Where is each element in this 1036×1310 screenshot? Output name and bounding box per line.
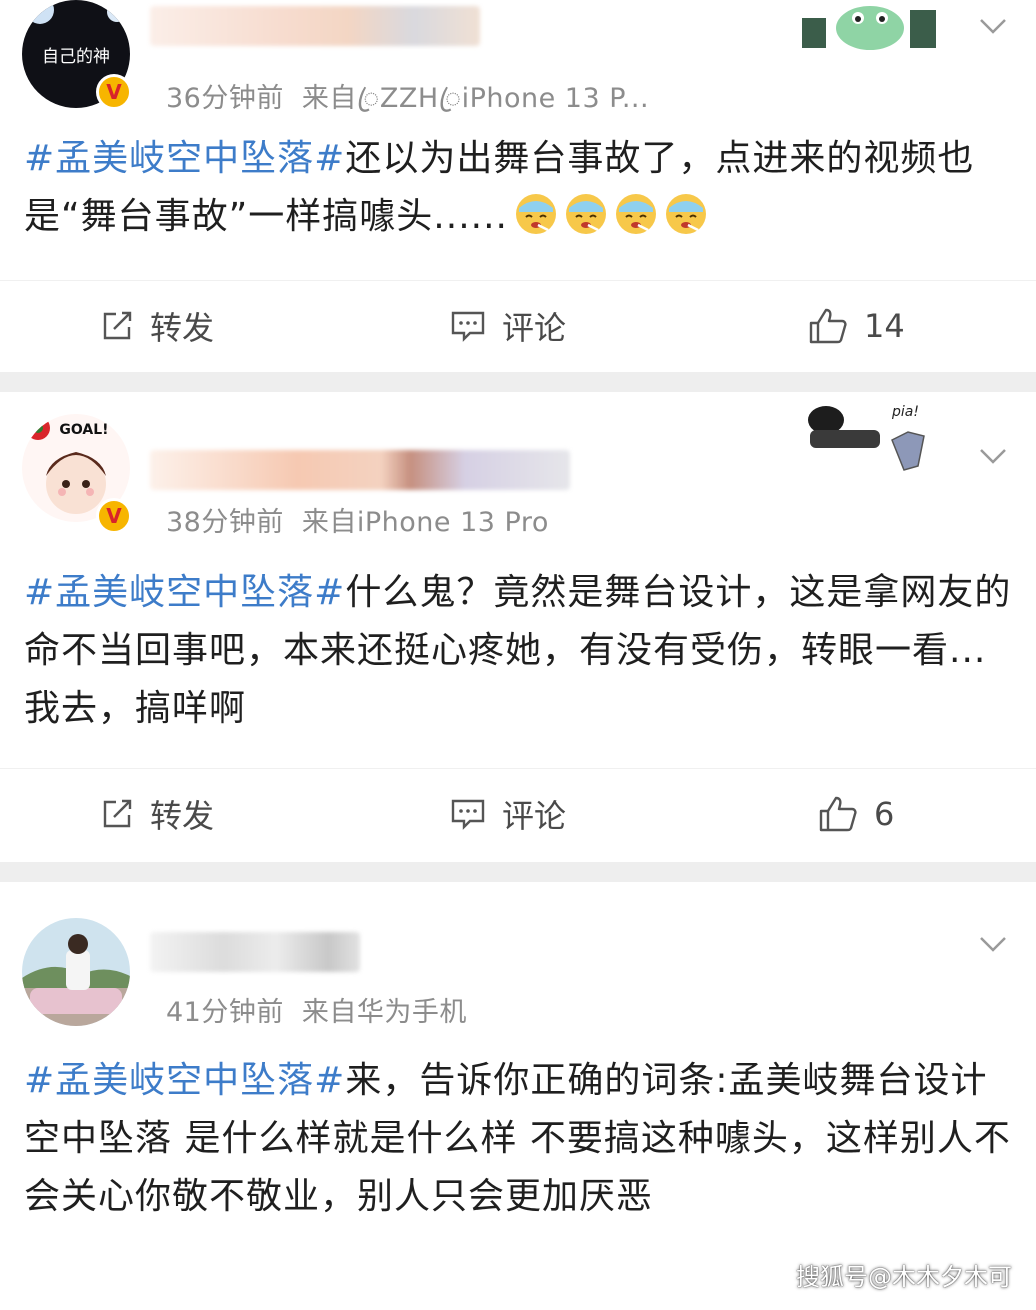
emoji-group <box>508 194 708 237</box>
repost-button[interactable]: 转发 <box>100 281 214 371</box>
verified-badge: V <box>96 498 132 534</box>
repost-label: 转发 <box>150 309 215 347</box>
post-time: 41分钟前 <box>166 997 284 1028</box>
comment-icon <box>451 799 485 830</box>
comment-button[interactable]: 评论 <box>450 281 566 371</box>
chevron-down-icon[interactable] <box>978 440 1008 470</box>
sick-face-emoji-icon <box>615 194 656 234</box>
comment-label: 评论 <box>502 797 567 835</box>
comment-icon <box>451 311 485 342</box>
post-source: 来自华为手机 <box>301 997 467 1028</box>
post-meta: 41分钟前 来自华为手机 <box>166 990 467 1029</box>
chevron-down-icon[interactable] <box>978 928 1008 958</box>
sticker-label: pia! <box>891 404 919 420</box>
username-blurred[interactable] <box>150 932 360 972</box>
repost-icon <box>103 311 132 340</box>
thumbs-up-icon <box>809 308 847 344</box>
post-content: #孟美岐空中坠落#还以为出舞台事故了，点进来的视频也是“舞台事故”一样搞噱头..… <box>24 130 1014 246</box>
username-blurred[interactable] <box>150 6 480 46</box>
hashtag-link[interactable]: #孟美岐空中坠落# <box>24 572 345 613</box>
repost-label: 转发 <box>150 797 215 835</box>
like-count: 14 <box>864 307 905 345</box>
hashtag-link[interactable]: #孟美岐空中坠落# <box>24 1060 345 1101</box>
hashtag-link[interactable]: #孟美岐空中坠落# <box>24 138 345 179</box>
post-content: #孟美岐空中坠落#来，告诉你正确的词条:孟美岐舞台设计 空中坠落 是什么样就是什… <box>24 1052 1014 1226</box>
watermark: 搜狐号@木木夕木可 <box>796 1263 1012 1291</box>
action-bar: 转发 评论 14 <box>0 280 1036 370</box>
repost-button[interactable]: 转发 <box>100 769 214 859</box>
weibo-post-3: 41分钟前 来自华为手机 #孟美岐空中坠落#来，告诉你正确的词条:孟美岐舞台设计 … <box>0 882 1036 1310</box>
weibo-post-2: GOAL! V pia! 38分钟前 来自iPhone 13 Pro #孟美岐空中… <box>0 392 1036 862</box>
chevron-down-icon[interactable] <box>978 10 1008 40</box>
action-bar: 转发 评论 6 <box>0 768 1036 858</box>
sticker-dinosaur <box>802 6 936 50</box>
username-blurred[interactable] <box>150 450 570 490</box>
post-content: #孟美岐空中坠落#什么鬼？竟然是舞台设计，这是拿网友的命不当回事吧，本来还挺心疼… <box>24 564 1014 738</box>
post-source: 来自iPhone 13 Pro <box>301 507 549 538</box>
like-button[interactable]: 14 <box>808 281 905 371</box>
sticker-cartoon: pia! <box>808 404 925 471</box>
avatar[interactable] <box>22 918 130 1026</box>
post-time: 38分钟前 <box>166 507 284 538</box>
comment-label: 评论 <box>502 309 567 347</box>
verified-badge: V <box>96 74 132 110</box>
sick-face-emoji-icon <box>665 194 706 234</box>
weibo-post-1: 自己的神 V 36分钟前 来自ꦿZZHꦿiPhone 13 P... #孟美岐空中… <box>0 0 1036 372</box>
like-button[interactable]: 6 <box>818 769 894 859</box>
post-separator <box>0 372 1036 392</box>
avatar-label: GOAL! <box>59 422 108 438</box>
comment-button[interactable]: 评论 <box>450 769 566 859</box>
post-source: 来自ꦿZZHꦿiPhone 13 P... <box>301 83 650 114</box>
sick-face-emoji-icon <box>515 194 556 234</box>
thumbs-up-icon <box>819 796 857 832</box>
post-meta: 38分钟前 来自iPhone 13 Pro <box>166 500 549 539</box>
post-time: 36分钟前 <box>166 83 284 114</box>
post-separator <box>0 862 1036 882</box>
like-count: 6 <box>874 795 895 833</box>
sick-face-emoji-icon <box>565 194 606 234</box>
avatar-label: 自己的神 <box>42 47 110 67</box>
repost-icon <box>103 799 132 828</box>
post-meta: 36分钟前 来自ꦿZZHꦿiPhone 13 P... <box>166 76 649 132</box>
